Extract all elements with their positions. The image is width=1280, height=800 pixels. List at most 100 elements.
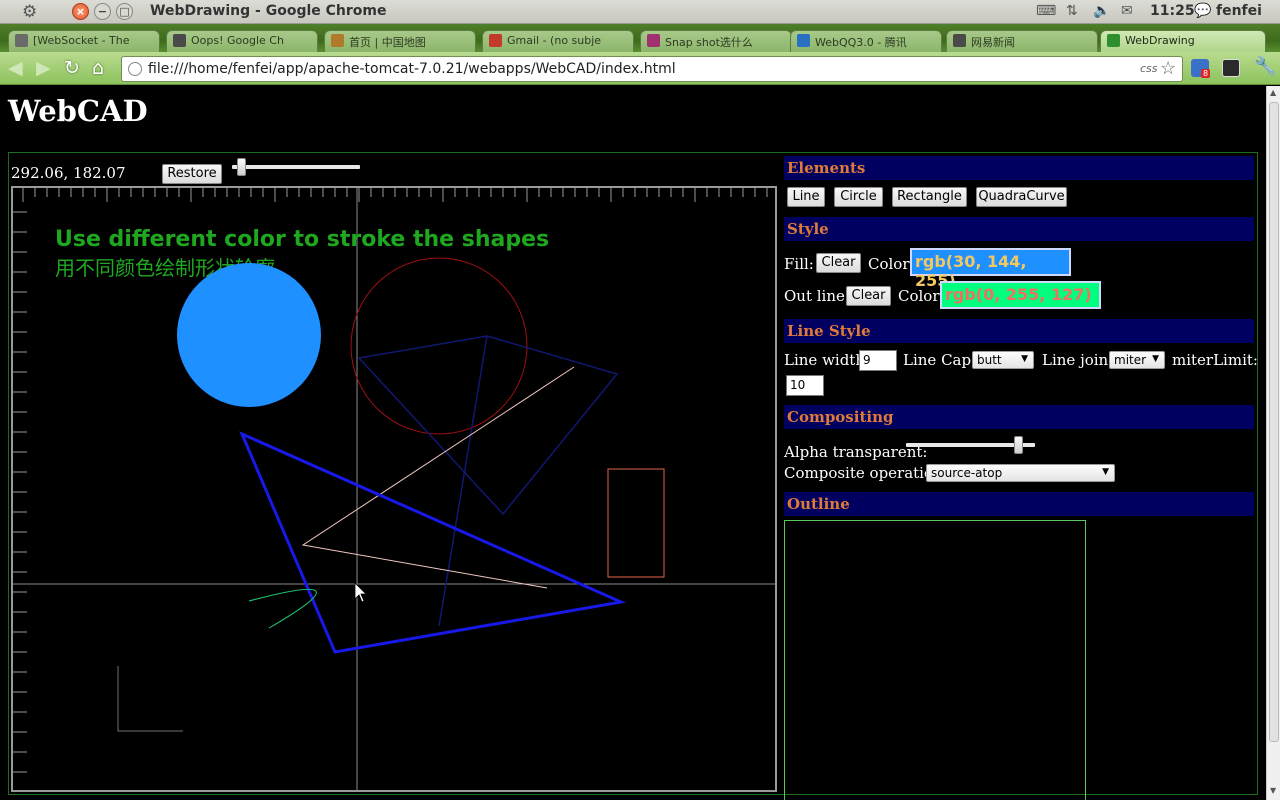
chevron-down-icon: ▼ xyxy=(1021,354,1028,364)
quadracurve-tool-button[interactable]: QuadraCurve xyxy=(976,187,1067,207)
tab-label: WebDrawing xyxy=(1125,34,1195,47)
tab[interactable]: Oops! Google Ch xyxy=(166,30,318,52)
line-join-value: miter xyxy=(1114,353,1147,367)
chevron-down-icon: ▼ xyxy=(1152,354,1159,364)
reload-icon[interactable]: ↻ xyxy=(64,58,80,78)
outline-clear-button[interactable]: Clear xyxy=(846,286,891,306)
tab[interactable]: Gmail - (no subje xyxy=(482,30,634,52)
volume-icon[interactable]: 🔈 xyxy=(1093,3,1110,19)
fill-color-label: Color: xyxy=(868,255,915,273)
tab-favicon-icon xyxy=(647,34,660,47)
cursor-coordinates: 292.06, 182.07 xyxy=(11,164,126,182)
window-minimize-icon[interactable]: − xyxy=(94,3,111,20)
navy-line-shape[interactable] xyxy=(438,335,488,627)
tab-label: Snap shot选什么 xyxy=(665,36,753,49)
circle-tool-button[interactable]: Circle xyxy=(834,187,883,207)
tab-label: 首页 | 中国地图 xyxy=(349,36,426,49)
restore-button[interactable]: Restore xyxy=(162,164,222,184)
forward-arrow-icon[interactable]: ▶ xyxy=(36,58,51,78)
extension-badge: 8 xyxy=(1201,69,1211,78)
tab-label: WebQQ3.0 - 腾讯 xyxy=(815,36,907,49)
top-ruler xyxy=(22,188,768,202)
tab[interactable]: [WebSocket - The xyxy=(8,30,160,52)
page-title: WebCAD xyxy=(8,94,148,128)
outline-section-heading: Outline xyxy=(784,492,1254,516)
tab-favicon-icon xyxy=(173,34,186,47)
miter-limit-input[interactable]: 10 xyxy=(786,375,824,396)
red-circle-shape[interactable] xyxy=(350,257,528,435)
composite-op-value: source-atop xyxy=(931,466,1003,480)
tab-favicon-icon xyxy=(15,34,28,47)
miter-limit-label: miterLimit: xyxy=(1172,351,1258,369)
system-gear-icon[interactable]: ⚙ xyxy=(22,2,37,22)
canvas-drawing[interactable]: Use different color to stroke the shapes… xyxy=(13,188,775,790)
zoom-slider-thumb[interactable] xyxy=(237,158,246,176)
fill-clear-button[interactable]: Clear xyxy=(816,253,861,273)
clock[interactable]: 11:25 xyxy=(1150,3,1195,19)
keyboard-icon[interactable]: ⌨ xyxy=(1036,3,1056,19)
url-text: file:///home/fenfei/app/apache-tomcat-7.… xyxy=(148,61,676,77)
gray-corner-shape[interactable] xyxy=(117,666,183,732)
page-info-icon[interactable] xyxy=(128,62,142,76)
line-join-label: Line join: xyxy=(1042,351,1114,369)
navy-quad-shape[interactable] xyxy=(357,335,619,516)
tab-label: 网易新闻 xyxy=(971,36,1015,49)
tab-favicon-icon xyxy=(489,34,502,47)
tab[interactable]: WebQQ3.0 - 腾讯 xyxy=(790,30,942,52)
line-width-input[interactable]: 9 xyxy=(859,350,897,371)
css-extension-label[interactable]: css xyxy=(1140,62,1158,75)
line-cap-label: Line Cap: xyxy=(903,351,977,369)
line-tool-button[interactable]: Line xyxy=(787,187,825,207)
line-width-label: Line width: xyxy=(784,351,871,369)
tab[interactable]: Snap shot选什么 xyxy=(640,30,792,52)
outline-preview[interactable] xyxy=(784,520,1086,800)
address-bar[interactable]: file:///home/fenfei/app/apache-tomcat-7.… xyxy=(121,56,1183,82)
home-icon[interactable]: ⌂ xyxy=(92,58,104,78)
canvas-heading-en: Use different color to stroke the shapes xyxy=(55,227,549,252)
style-section-heading: Style xyxy=(784,217,1254,241)
fill-color-picker[interactable]: rgb(30, 144, 255) xyxy=(910,248,1071,290)
tab-favicon-icon xyxy=(953,34,966,47)
composite-op-label: Composite operation: xyxy=(784,464,948,482)
network-icon[interactable]: ⇅ xyxy=(1066,3,1078,19)
chat-icon[interactable]: 💬 xyxy=(1194,3,1211,19)
tab-active[interactable]: WebDrawing xyxy=(1100,30,1266,52)
orange-rectangle-shape[interactable] xyxy=(607,468,665,578)
alpha-slider-thumb[interactable] xyxy=(1014,436,1024,454)
blue-triangle-shape[interactable] xyxy=(239,431,627,654)
mail-icon[interactable]: ✉ xyxy=(1121,3,1133,19)
composite-op-select[interactable]: source-atop ▼ xyxy=(926,464,1115,482)
outline-label: Out line: xyxy=(784,287,850,305)
tab-strip: [WebSocket - The Oops! Google Ch 首页 | 中国… xyxy=(0,24,1280,52)
chevron-down-icon: ▼ xyxy=(1102,467,1109,477)
rectangle-tool-button[interactable]: Rectangle xyxy=(892,187,967,207)
drawing-canvas[interactable]: Use different color to stroke the shapes… xyxy=(11,186,777,792)
outline-color-picker[interactable]: rgb(0, 255, 127) xyxy=(940,281,1101,309)
line-cap-value: butt xyxy=(977,353,1002,367)
extension-icon[interactable] xyxy=(1222,59,1240,77)
outline-color-label: Color: xyxy=(898,287,945,305)
line-cap-select[interactable]: butt ▼ xyxy=(972,351,1034,369)
window-maximize-icon[interactable]: □ xyxy=(116,3,133,20)
tab-favicon-icon xyxy=(331,34,344,47)
scroll-up-icon[interactable]: ▲ xyxy=(1270,88,1276,97)
tab[interactable]: 网易新闻 xyxy=(946,30,1098,52)
green-curve-shape[interactable] xyxy=(248,588,317,629)
bookmark-star-icon[interactable]: ☆ xyxy=(1160,58,1176,79)
window-close-icon[interactable]: × xyxy=(72,3,89,20)
scroll-down-icon[interactable]: ▼ xyxy=(1270,786,1276,795)
elements-section-heading: Elements xyxy=(784,156,1254,180)
tab[interactable]: 首页 | 中国地图 xyxy=(324,30,476,52)
user-name[interactable]: fenfei xyxy=(1216,3,1262,19)
extension-icon[interactable]: 8 xyxy=(1191,59,1211,78)
zoom-slider[interactable] xyxy=(232,165,360,169)
line-join-select[interactable]: miter ▼ xyxy=(1109,351,1165,369)
back-arrow-icon[interactable]: ◀ xyxy=(8,58,23,78)
left-ruler xyxy=(13,211,27,773)
vertical-scrollbar[interactable]: ▲ ▼ xyxy=(1266,86,1280,800)
filled-circle-shape[interactable] xyxy=(177,263,321,407)
wrench-menu-icon[interactable]: 🔧 xyxy=(1254,56,1276,77)
tab-favicon-icon xyxy=(1107,34,1120,47)
scrollbar-thumb[interactable] xyxy=(1269,102,1279,742)
compositing-section-heading: Compositing xyxy=(784,405,1254,429)
